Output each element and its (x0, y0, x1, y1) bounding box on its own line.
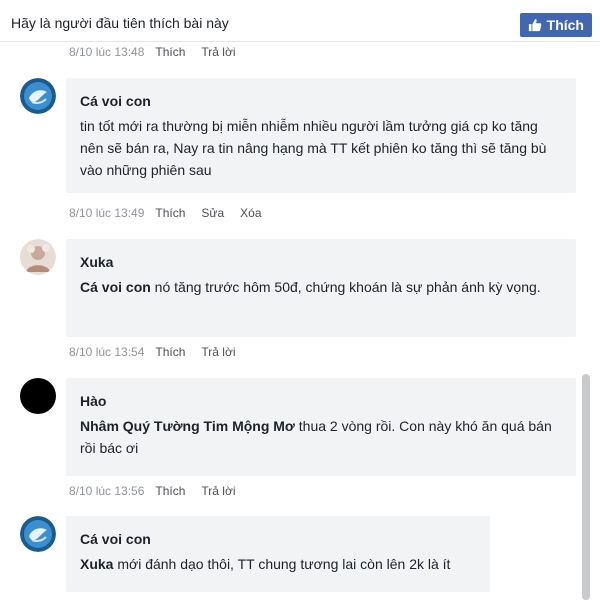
comment-reply-link[interactable]: Trả lời (201, 484, 235, 498)
avatar[interactable] (20, 516, 56, 552)
comment-bubble: Cá voi con tin tốt mới ra thường bị miễn… (66, 78, 576, 193)
comment-like-link[interactable]: Thích (155, 345, 185, 359)
comment-text: nó tăng trước hôm 50đ, chứng khoán là sự… (150, 279, 541, 295)
like-bar: Hãy là người đầu tiên thích bài này Thíc… (0, 0, 600, 42)
like-page-label: Thích (546, 17, 584, 33)
comment-meta: 8/10 lúc 13:48 Thích Trả lời (69, 45, 252, 59)
comment-text: tin tốt mới ra thường bị miễn nhiễm nhiề… (80, 118, 547, 178)
comment-text: mới đánh dạo thôi, TT chung tương lai cò… (113, 556, 451, 572)
thumbs-up-icon (528, 18, 542, 32)
comment-author[interactable]: Cá voi con (80, 528, 476, 550)
avatar[interactable] (20, 378, 56, 414)
avatar[interactable] (20, 239, 56, 275)
like-page-button[interactable]: Thích (519, 13, 592, 37)
comment-mention[interactable]: Xuka (80, 556, 113, 572)
comment-mention[interactable]: Cá voi con (80, 279, 151, 295)
comment-timestamp[interactable]: 8/10 lúc 13:48 (69, 45, 144, 59)
comment-bubble: Cá voi con Xuka mới đánh dạo thôi, TT ch… (66, 516, 490, 592)
comment-timestamp[interactable]: 8/10 lúc 13:56 (69, 484, 144, 498)
comment-bubble: Hào Nhâm Quý Tường Tim Mộng Mơ thua 2 vò… (66, 378, 576, 476)
comment-bubble: Xuka Cá voi con nó tăng trước hôm 50đ, c… (66, 239, 576, 337)
comment-timestamp[interactable]: 8/10 lúc 13:49 (69, 206, 144, 220)
comment-like-link[interactable]: Thích (155, 484, 185, 498)
comment-timestamp[interactable]: 8/10 lúc 13:54 (69, 345, 144, 359)
comment-author[interactable]: Cá voi con (80, 90, 562, 112)
comment-author[interactable]: Xuka (80, 251, 562, 273)
comment-like-link[interactable]: Thích (155, 206, 185, 220)
avatar[interactable] (20, 78, 56, 114)
comment-edit-link[interactable]: Sửa (201, 206, 224, 220)
comment-mention[interactable]: Nhâm Quý Tường Tim Mộng Mơ (80, 418, 295, 434)
comment-reply-link[interactable]: Trả lời (201, 45, 235, 59)
comment-author[interactable]: Hào (80, 390, 562, 412)
scrollbar-thumb[interactable] (582, 374, 590, 600)
comment-meta: 8/10 lúc 13:56 Thích Trả lời (69, 484, 252, 498)
comment-delete-link[interactable]: Xóa (240, 206, 261, 220)
comment-meta: 8/10 lúc 13:54 Thích Trả lời (69, 345, 252, 359)
comment-reply-link[interactable]: Trả lời (201, 345, 235, 359)
comment-like-link[interactable]: Thích (155, 45, 185, 59)
comment-meta: 8/10 lúc 13:49 Thích Sửa Xóa (69, 206, 278, 220)
like-prompt: Hãy là người đầu tiên thích bài này (11, 15, 229, 31)
